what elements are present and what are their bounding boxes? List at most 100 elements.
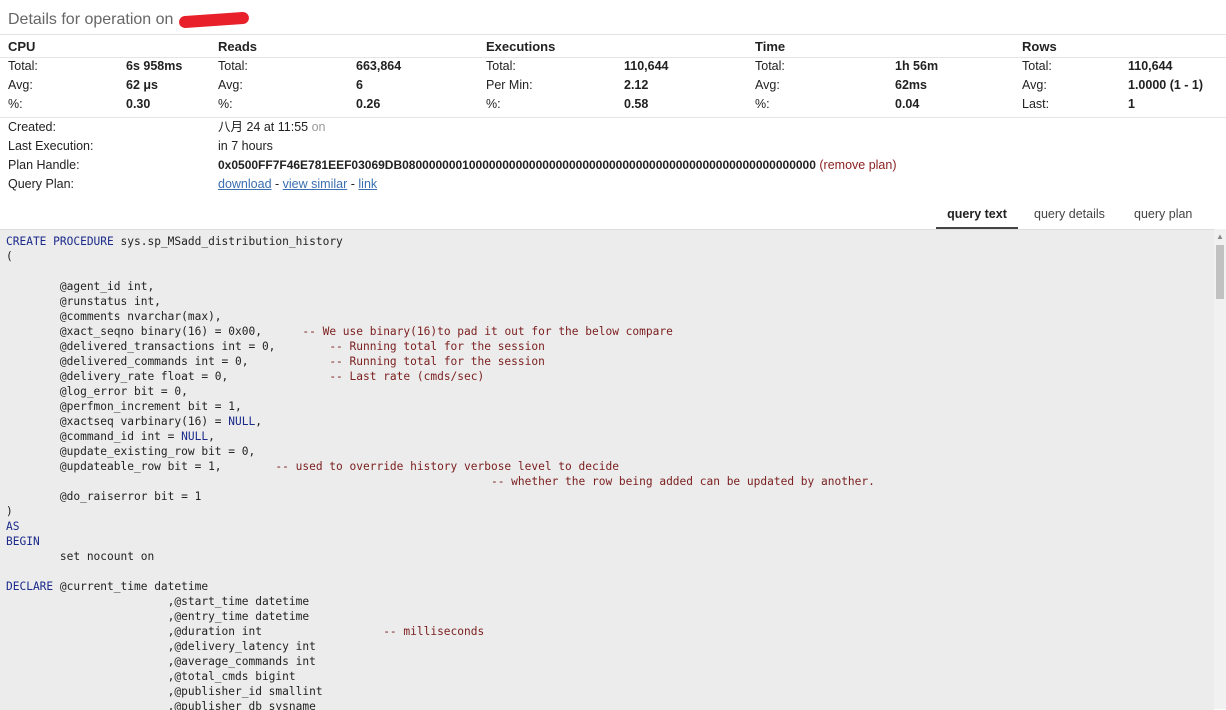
code-token: @delivery_rate float = 0,	[6, 370, 330, 383]
code-line: @do_raiserror bit = 1	[6, 489, 1214, 504]
stat-label: Total:	[218, 59, 248, 73]
stat-label: Avg:	[8, 78, 33, 92]
code-line: @perfmon_increment bit = 1,	[6, 399, 1214, 414]
code-token: -- Running total for the session	[329, 355, 545, 368]
code-line: DECLARE @current_time datetime	[6, 579, 1214, 594]
stat-label: %:	[755, 97, 770, 111]
tab-query-plan[interactable]: query plan	[1134, 203, 1192, 227]
code-token: @delivered_transactions int = 0,	[6, 340, 330, 353]
stat-label: Total:	[755, 59, 785, 73]
stat-value: 6s 958ms	[126, 59, 183, 73]
code-token: -- Last rate (cmds/sec)	[329, 370, 485, 383]
code-token: BEGIN	[6, 535, 40, 548]
code-token: ,	[208, 430, 215, 443]
code-token: @runstatus int,	[6, 295, 161, 308]
stat-value: 62ms	[895, 78, 927, 92]
code-token: @comments nvarchar(max),	[6, 310, 222, 323]
stat-label: %:	[8, 97, 23, 111]
last-execution-value: in 7 hours	[218, 139, 273, 153]
code-token: @xactseq varbinary(16) =	[6, 415, 229, 428]
code-line: @delivery_rate float = 0, -- Last rate (…	[6, 369, 1214, 384]
code-line: @agent_id int,	[6, 279, 1214, 294]
code-token: ,@publisher_id smallint	[6, 685, 323, 698]
code-token: sys.sp_MSadd_distribution_history	[113, 235, 343, 248]
code-line: @comments nvarchar(max),	[6, 309, 1214, 324]
stat-value: 1.0000 (1 - 1)	[1128, 78, 1204, 92]
query-plan-links: download - view similar - link	[218, 175, 377, 194]
plan-handle-value: 0x0500FF7F46E781EEF03069DB08000000010000…	[218, 156, 897, 175]
code-line: AS	[6, 519, 1214, 534]
stat-label: Avg:	[755, 78, 780, 92]
code-line: @log_error bit = 0,	[6, 384, 1214, 399]
vertical-scrollbar[interactable]: ▲	[1214, 229, 1226, 709]
query-plan-label: Query Plan:	[8, 177, 75, 191]
code-token: NULL	[181, 430, 209, 443]
code-line: @xactseq varbinary(16) = NULL,	[6, 414, 1214, 429]
code-token: @command_id int =	[6, 430, 182, 443]
code-token: @update_existing_row bit = 0,	[6, 445, 256, 458]
code-token: @do_raiserror bit = 1	[6, 490, 202, 503]
code-line: BEGIN	[6, 534, 1214, 549]
tab-query-text[interactable]: query text	[936, 203, 1018, 230]
code-line: ,@delivery_latency int	[6, 639, 1214, 654]
tab-bar: query text query details query plan	[936, 203, 1226, 230]
plan-link[interactable]: link	[358, 177, 377, 191]
code-token: @log_error bit = 0,	[6, 385, 188, 398]
stat-value: 110,644	[624, 59, 669, 73]
code-line: ,@publisher_id smallint	[6, 684, 1214, 699]
code-token: ,	[255, 415, 262, 428]
stat-value: 663,864	[356, 59, 402, 73]
code-token: DECLARE	[6, 580, 54, 593]
stat-value: 1	[1128, 97, 1135, 111]
code-token: set nocount on	[6, 550, 155, 563]
code-token: NULL	[228, 415, 256, 428]
code-token: (	[6, 250, 13, 263]
code-line: @command_id int = NULL,	[6, 429, 1214, 444]
last-execution-label: Last Execution:	[8, 139, 94, 153]
query-text-panel[interactable]: CREATE PROCEDURE sys.sp_MSadd_distributi…	[0, 229, 1214, 710]
code-line: @update_existing_row bit = 0,	[6, 444, 1214, 459]
code-token: -- milliseconds	[383, 625, 485, 638]
code-line: -- whether the row being added can be up…	[6, 474, 1214, 489]
stat-value: 62 μs	[126, 78, 158, 92]
stat-value: 0.30	[126, 97, 151, 111]
view-similar-link[interactable]: view similar	[283, 177, 348, 191]
stat-header: Executions	[486, 39, 556, 54]
code-line: ,@duration int -- milliseconds	[6, 624, 1214, 639]
stat-label: Avg:	[218, 78, 243, 92]
code-token: @current_time datetime	[53, 580, 209, 593]
code-token: @agent_id int,	[6, 280, 155, 293]
stat-label: Total:	[486, 59, 516, 73]
code-line: ,@entry_time datetime	[6, 609, 1214, 624]
code-line: ,@start_time datetime	[6, 594, 1214, 609]
code-token: @perfmon_increment bit = 1,	[6, 400, 242, 413]
code-line: @delivered_commands int = 0, -- Running …	[6, 354, 1214, 369]
code-token: @delivered_commands int = 0,	[6, 355, 330, 368]
stat-header: Rows	[1022, 39, 1057, 54]
stat-value: 6	[356, 78, 363, 92]
stat-header: CPU	[8, 39, 36, 54]
code-line: @delivered_transactions int = 0, -- Runn…	[6, 339, 1214, 354]
code-token: -- whether the row being added can be up…	[490, 475, 875, 488]
code-line: @runstatus int,	[6, 294, 1214, 309]
stat-value: 2.12	[624, 78, 649, 92]
code-line: set nocount on	[6, 549, 1214, 564]
scrollbar-thumb[interactable]	[1216, 245, 1224, 299]
download-link[interactable]: download	[218, 177, 272, 191]
code-line: CREATE PROCEDURE sys.sp_MSadd_distributi…	[6, 234, 1214, 249]
stat-label: Last:	[1022, 97, 1050, 111]
tab-query-details[interactable]: query details	[1034, 203, 1105, 227]
code-line: ,@average_commands int	[6, 654, 1214, 669]
code-token: )	[6, 505, 13, 518]
code-token: ,@delivery_latency int	[6, 640, 316, 653]
code-token: -- We use binary(16)to pad it out for th…	[302, 325, 673, 338]
stat-header: Reads	[218, 39, 258, 54]
redaction-mark	[179, 11, 250, 29]
remove-plan-link[interactable]: (remove plan)	[819, 158, 896, 172]
scroll-up-icon[interactable]: ▲	[1214, 231, 1226, 243]
stat-label: Per Min:	[486, 78, 533, 92]
code-token: -- Running total for the session	[329, 340, 545, 353]
divider	[0, 117, 1226, 118]
